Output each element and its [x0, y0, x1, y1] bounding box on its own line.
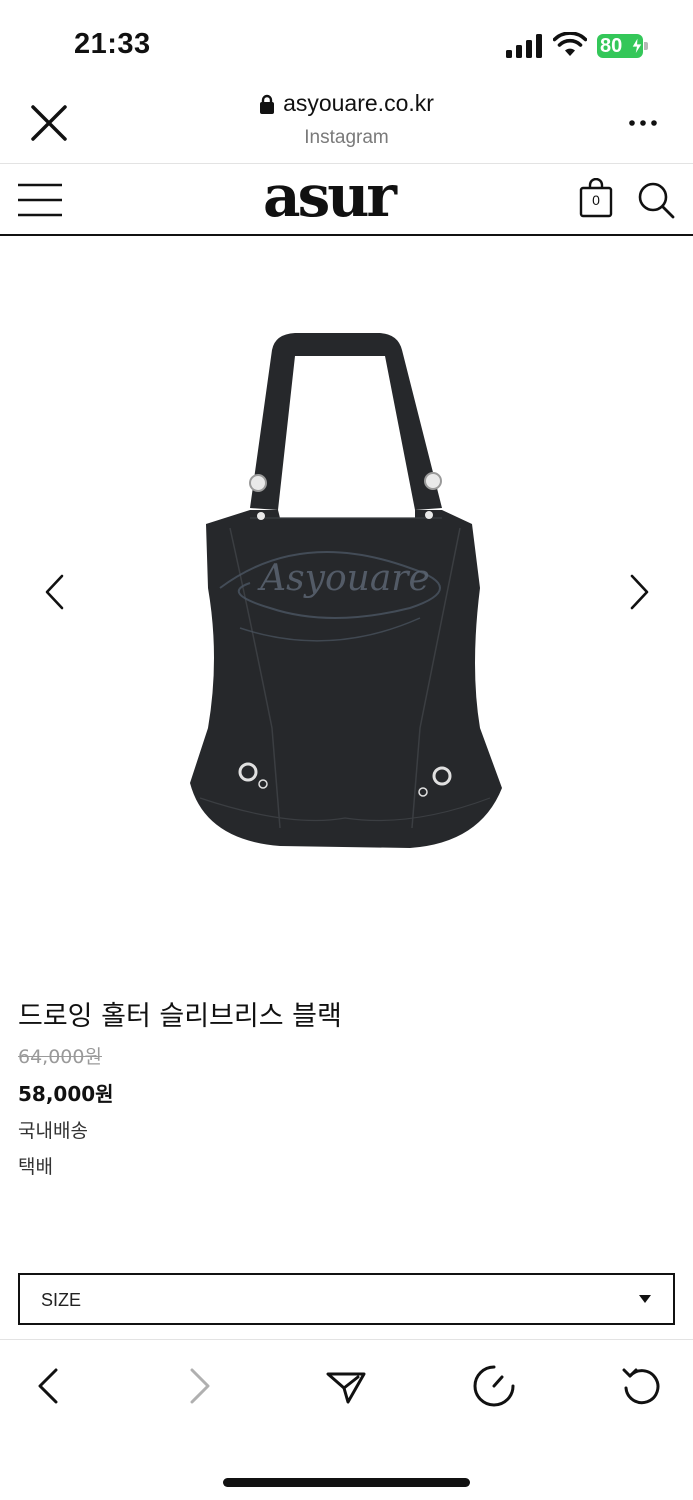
original-price: 64,000원 — [18, 1046, 102, 1068]
signal-icon — [506, 34, 542, 58]
url-text: asyouare.co.kr — [283, 90, 434, 116]
more-icon[interactable] — [628, 118, 658, 128]
history-icon[interactable] — [472, 1364, 516, 1408]
address-bar[interactable]: asyouare.co.kr Instagram — [0, 90, 693, 149]
site-logo[interactable]: asur — [263, 164, 397, 228]
forward-icon[interactable] — [178, 1364, 222, 1408]
print-watermark: Asyouare — [257, 558, 430, 599]
home-indicator[interactable] — [223, 1478, 470, 1487]
battery-cap — [644, 42, 648, 50]
product-photo: Asyouare — [190, 333, 502, 848]
cart-count: 0 — [592, 192, 600, 208]
status-time: 21:33 — [74, 28, 151, 60]
battery-level: 80 — [600, 35, 623, 57]
product-name: 드로잉 홀터 슬리브리스 블랙 — [18, 1001, 342, 1032]
wifi-icon — [553, 32, 587, 56]
browser-header: asyouare.co.kr Instagram — [0, 80, 693, 164]
size-select-label: SIZE — [41, 1290, 82, 1310]
shipping-region: 국내배송 — [18, 1120, 88, 1142]
menu-icon[interactable] — [18, 183, 62, 217]
reload-icon[interactable] — [620, 1364, 664, 1408]
chevron-left-icon[interactable] — [40, 572, 70, 612]
search-icon[interactable] — [636, 180, 676, 220]
site-header: asur 0 — [0, 164, 693, 236]
source-label: Instagram — [304, 126, 389, 148]
product-gallery[interactable]: Asyouare — [0, 238, 693, 958]
sale-price: 58,000원 — [18, 1082, 114, 1106]
back-icon[interactable] — [28, 1364, 72, 1408]
chevron-right-icon[interactable] — [624, 572, 654, 612]
caret-down-icon — [639, 1295, 651, 1303]
size-select[interactable]: SIZE — [18, 1273, 675, 1325]
lock-icon — [260, 94, 275, 114]
browser-toolbar — [0, 1339, 693, 1500]
status-bar: 21:33 80 — [0, 0, 693, 80]
charging-bolt-icon — [631, 37, 643, 55]
battery-icon: 80 — [597, 34, 649, 58]
shipping-method: 택배 — [18, 1156, 53, 1178]
cart-button[interactable]: 0 — [579, 178, 613, 218]
share-icon[interactable] — [324, 1364, 368, 1408]
